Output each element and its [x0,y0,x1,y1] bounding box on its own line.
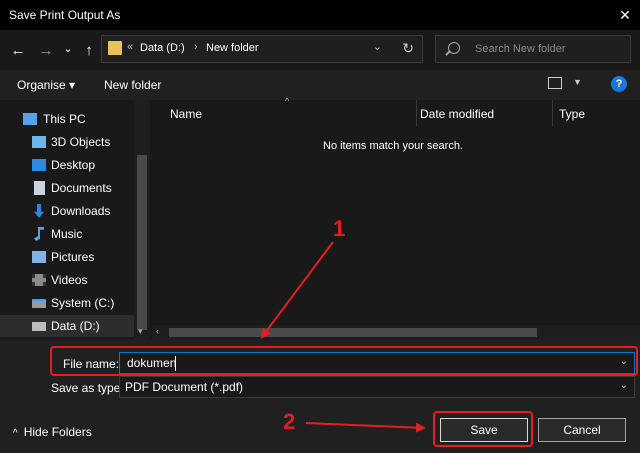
folder-icon [108,41,122,55]
annotation-highlight-filename [50,346,638,376]
sidebar-item-label: Pictures [51,250,95,264]
recent-locations-chevron-icon[interactable]: ⌄ [62,38,74,58]
view-options-icon[interactable] [548,77,562,89]
sidebar-item-label: This PC [43,112,86,126]
close-icon[interactable]: ✕ [610,0,640,30]
back-arrow-icon[interactable]: ← [8,40,28,60]
music-icon [34,227,44,241]
hide-folders-button[interactable]: ^ Hide Folders [13,425,92,439]
forward-arrow-icon[interactable]: → [36,40,56,60]
sidebar-item-label: 3D Objects [51,135,111,149]
breadcrumb-overflow-icon[interactable]: « [127,41,133,53]
column-header-name[interactable]: Name [170,107,202,121]
pictures-icon [32,251,46,263]
sidebar-item-pictures[interactable]: Pictures [0,246,134,268]
breadcrumb-separator-icon[interactable]: › [194,41,198,53]
drive-d-icon [32,322,46,331]
sidebar-item-this-pc[interactable]: This PC [0,108,134,130]
view-dropdown-icon[interactable]: ▼ [573,77,582,87]
horizontal-scrollbar-thumb[interactable] [169,328,537,337]
drive-c-icon [32,299,46,308]
navigation-pane: This PC 3D Objects Desktop Documents Dow… [0,100,150,340]
downloads-icon [34,204,44,218]
sidebar-item-downloads[interactable]: Downloads [0,200,134,222]
empty-state-message: No items match your search. [323,140,463,152]
sidebar-item-label: Videos [51,273,88,287]
documents-icon [34,181,45,195]
file-list[interactable]: Name Date modified Type [152,100,640,340]
search-icon [448,42,460,54]
sidebar-item-videos[interactable]: Videos [0,269,134,291]
sidebar-item-label: System (C:) [51,296,115,310]
breadcrumb-data-d[interactable]: Data (D:) [140,42,185,54]
sidebar-item-desktop[interactable]: Desktop [0,154,134,176]
cube-icon [32,136,46,148]
column-header-type[interactable]: Type [559,107,585,121]
annotation-number-2: 2 [283,409,296,434]
hide-folders-label: Hide Folders [23,425,92,439]
new-folder-button[interactable]: New folder [104,78,161,92]
desktop-icon [32,159,46,171]
scroll-down-icon[interactable]: ▾ [138,326,143,337]
organise-button[interactable]: Organise ▾ [17,78,75,92]
sidebar-scrollbar-thumb[interactable] [137,155,147,330]
cancel-button[interactable]: Cancel [538,418,626,442]
search-box[interactable]: Search New folder [435,35,631,63]
sidebar-item-label: Documents [51,181,112,195]
title-bar: Save Print Output As ✕ [0,0,640,30]
sidebar-item-system-c[interactable]: System (C:) [0,292,134,314]
command-toolbar: Organise ▾ New folder ▼ ? [0,70,640,100]
pc-icon [23,113,37,125]
chevron-up-icon: ^ [13,428,18,439]
sidebar-item-music[interactable]: Music [0,223,134,245]
sidebar-item-documents[interactable]: Documents [0,177,134,199]
sidebar-item-label: Desktop [51,158,96,172]
sidebar-item-3d-objects[interactable]: 3D Objects [0,131,134,153]
scroll-left-icon[interactable]: ‹ [156,326,159,336]
annotation-highlight-save [433,411,533,447]
save-as-type-label: Save as type: [51,381,124,395]
column-divider[interactable] [552,100,553,126]
sidebar-item-label: Music [51,227,83,241]
save-as-type-dropdown-icon[interactable]: ⌄ [620,380,628,391]
annotation-number-1: 1 [333,216,346,241]
window-title: Save Print Output As [9,8,121,22]
address-dropdown-icon[interactable]: ⌄ [373,40,382,53]
breadcrumb-new-folder[interactable]: New folder [206,42,259,54]
sidebar-item-label: Data (D:) [51,319,100,333]
sidebar-scrollbar[interactable]: ▾ [134,100,150,340]
address-bar[interactable]: « Data (D:) › New folder ⌄ ↻ [101,35,423,63]
search-placeholder: Search New folder [475,43,566,55]
column-header-date-modified[interactable]: Date modified [420,107,494,121]
up-arrow-icon[interactable]: ↑ [80,40,98,60]
sort-ascending-icon: ^ [285,96,290,106]
refresh-icon[interactable]: ↻ [402,40,414,57]
help-icon[interactable]: ? [611,76,627,92]
save-as-type-value: PDF Document (*.pdf) [125,380,244,394]
horizontal-scrollbar[interactable]: ‹ [152,325,640,340]
save-as-type-select[interactable]: PDF Document (*.pdf) ⌄ [119,376,635,398]
videos-icon [32,274,46,286]
sidebar-item-label: Downloads [51,204,111,218]
sidebar-item-data-d[interactable]: Data (D:) [0,315,134,337]
column-divider[interactable] [416,100,417,126]
